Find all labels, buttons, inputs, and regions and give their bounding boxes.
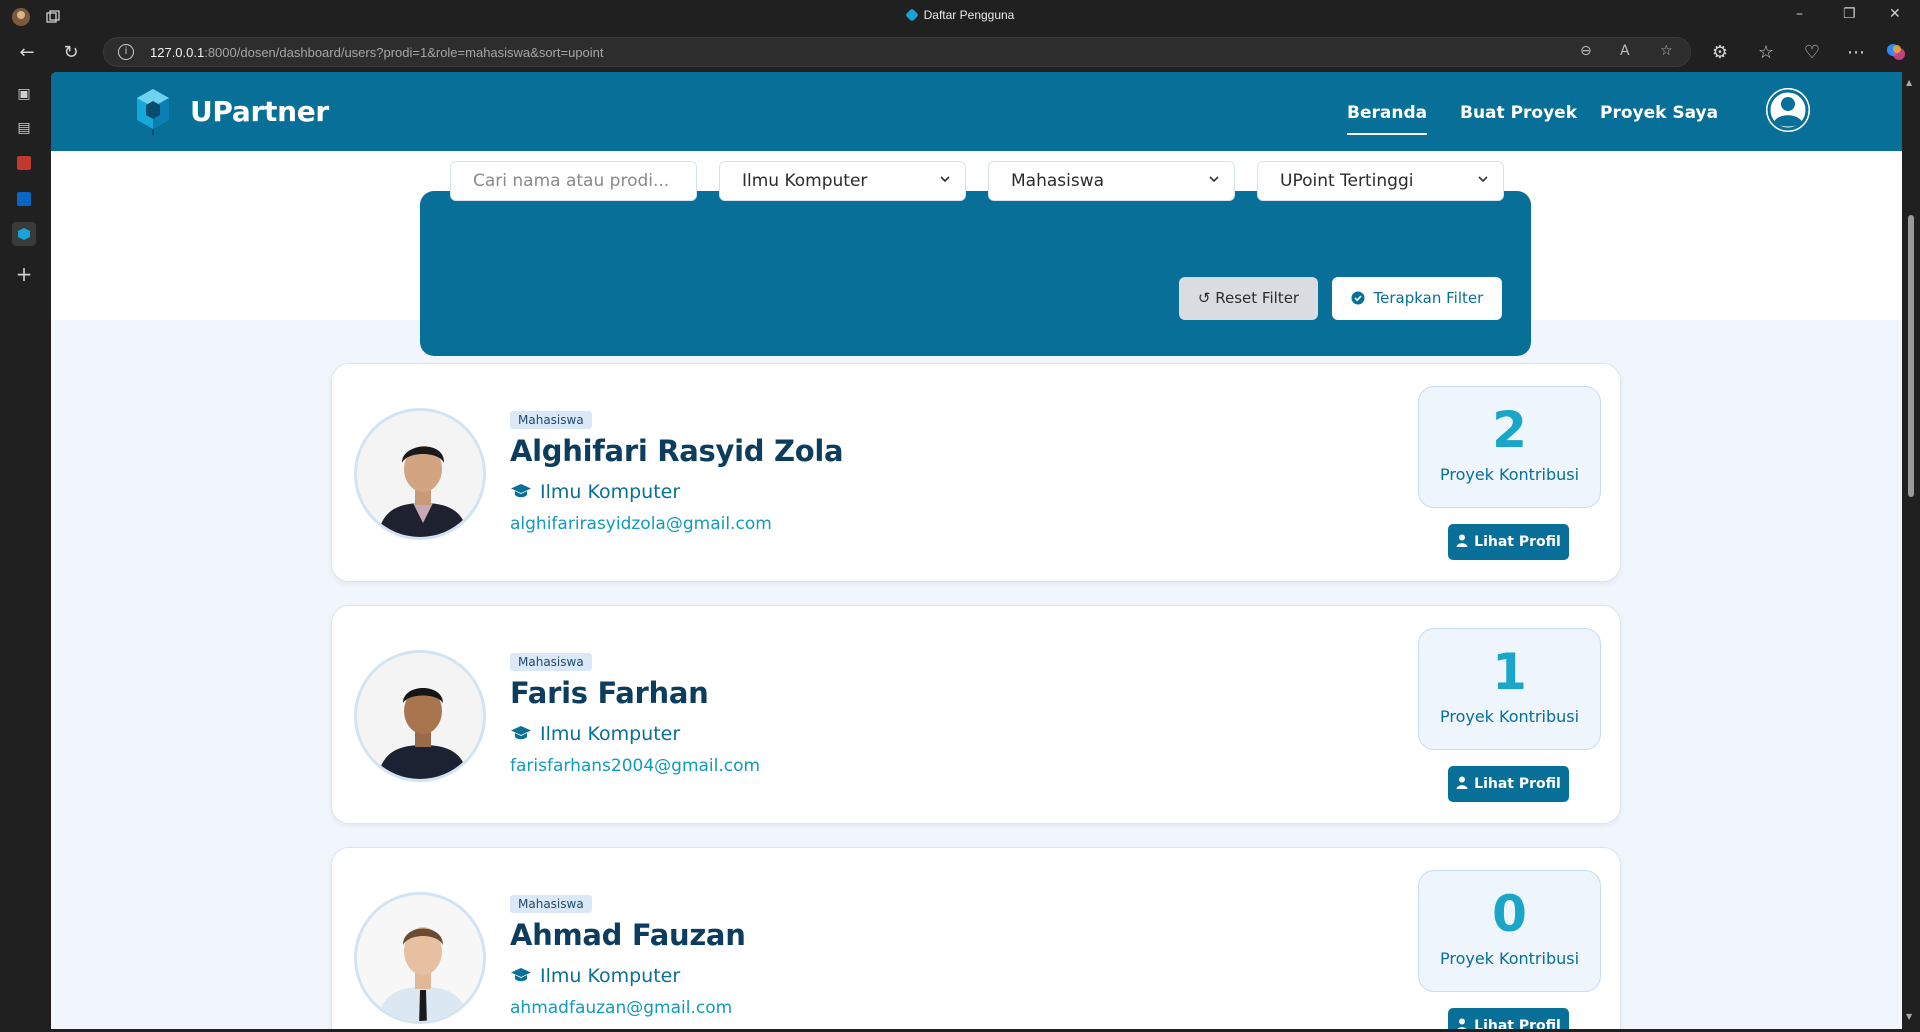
project-count: 0: [1492, 885, 1527, 943]
graduation-cap-icon: [511, 968, 531, 982]
graduation-cap-icon: [511, 726, 531, 740]
project-count: 1: [1492, 643, 1527, 701]
project-count-box: 2 Proyek Kontribusi: [1418, 386, 1601, 508]
app-header: UPartner Beranda Buat Proyek Proyek Saya: [51, 72, 1902, 151]
user-photo: [354, 650, 486, 782]
refresh-icon[interactable]: ↻: [59, 40, 83, 64]
user-email: ahmadfauzan@gmail.com: [510, 998, 733, 1018]
user-card: Mahasiswa Faris Farhan Ilmu Komputer far…: [331, 605, 1621, 824]
check-circle-icon: [1351, 291, 1365, 305]
reset-filter-button[interactable]: ↺ Reset Filter: [1179, 277, 1318, 320]
browser-sidebar: ▣ ▤ +: [0, 72, 51, 1032]
linkedin-tab-icon[interactable]: [12, 187, 36, 211]
user-email: farisfarhans2004@gmail.com: [510, 756, 761, 776]
user-circle-icon: [1766, 88, 1810, 132]
scroll-down-icon[interactable]: ▼: [1906, 1012, 1912, 1021]
role-badge: Mahasiswa: [510, 895, 592, 913]
new-tab-icon[interactable]: +: [12, 262, 36, 286]
apply-filter-button[interactable]: Terapkan Filter: [1332, 277, 1502, 320]
upartner-logo-icon[interactable]: [135, 87, 171, 135]
minimize-icon[interactable]: –: [1796, 6, 1803, 22]
prodi-select[interactable]: Ilmu Komputer: [719, 161, 966, 201]
user-icon: [1457, 1018, 1467, 1029]
page-viewport: Cari nama atau prodi... Ilmu Komputer Ma…: [51, 72, 1902, 1029]
chevron-down-icon: [1478, 176, 1488, 183]
site-info-icon[interactable]: i: [118, 44, 134, 60]
project-count-label: Proyek Kontribusi: [1439, 707, 1580, 726]
chevron-down-icon: [940, 176, 950, 183]
view-profile-button[interactable]: Lihat Profil: [1448, 524, 1569, 560]
undo-icon: ↺: [1197, 289, 1211, 307]
user-photo: [354, 892, 486, 1024]
user-avatar-button[interactable]: [1766, 88, 1810, 132]
restore-icon[interactable]: ❐: [1843, 6, 1856, 22]
nav-buat-proyek[interactable]: Buat Proyek: [1460, 103, 1577, 123]
user-email: alghifarirasyidzola@gmail.com: [510, 514, 772, 534]
nav-beranda[interactable]: Beranda: [1347, 103, 1428, 135]
project-count: 2: [1492, 401, 1527, 459]
close-icon[interactable]: ✕: [1889, 6, 1901, 22]
project-count-box: 1 Proyek Kontribusi: [1418, 628, 1601, 750]
view-profile-button[interactable]: Lihat Profil: [1448, 1008, 1569, 1029]
project-count-label: Proyek Kontribusi: [1439, 949, 1580, 968]
filter-panel: Cari nama atau prodi... Ilmu Komputer Ma…: [420, 161, 1531, 356]
browser-essentials-icon[interactable]: ♡: [1800, 40, 1824, 64]
project-count-label: Proyek Kontribusi: [1439, 465, 1580, 484]
user-name: Ahmad Fauzan: [510, 918, 746, 952]
url-text[interactable]: 127.0.0.1:8000/dosen/dashboard/users?pro…: [150, 45, 604, 60]
favorite-star-icon[interactable]: ☆: [1660, 43, 1673, 59]
role-select[interactable]: Mahasiswa: [988, 161, 1235, 201]
project-count-box: 0 Proyek Kontribusi: [1418, 870, 1601, 992]
brand-name[interactable]: UPartner: [190, 95, 329, 128]
search-input[interactable]: Cari nama atau prodi...: [450, 161, 697, 201]
read-aloud-icon[interactable]: A: [1620, 43, 1630, 59]
graduation-cap-icon: [511, 484, 531, 498]
more-menu-icon[interactable]: ⋯: [1844, 40, 1868, 64]
chevron-down-icon: [1209, 176, 1219, 183]
tab-favicon-icon: [904, 8, 919, 22]
address-bar[interactable]: i 127.0.0.1:8000/dosen/dashboard/users?p…: [103, 37, 1691, 67]
user-card: Mahasiswa Ahmad Fauzan Ilmu Komputer ahm…: [331, 847, 1621, 1029]
browser-titlebar: Daftar Pengguna – ❐ ✕: [0, 0, 1920, 32]
sort-select[interactable]: UPoint Tertinggi: [1257, 161, 1504, 201]
favorites-icon[interactable]: ☆: [1754, 40, 1778, 64]
user-name: Faris Farhan: [510, 676, 709, 710]
sidebar-tab-icon[interactable]: ▤: [12, 116, 36, 140]
scroll-up-icon[interactable]: ▲: [1906, 78, 1912, 87]
copilot-icon[interactable]: [1884, 40, 1908, 64]
scrollbar-thumb[interactable]: [1908, 215, 1914, 497]
page-scrollbar[interactable]: ▲ ▼: [1902, 72, 1920, 1029]
tab-title: Daftar Pengguna: [0, 8, 1920, 22]
user-card: Mahasiswa Alghifari Rasyid Zola Ilmu Kom…: [331, 363, 1621, 582]
user-icon: [1456, 534, 1468, 547]
user-prodi: Ilmu Komputer: [510, 723, 680, 745]
back-icon[interactable]: ←: [15, 40, 39, 64]
user-icon: [1456, 776, 1468, 789]
browser-toolbar: ← ↻ i 127.0.0.1:8000/dosen/dashboard/use…: [0, 32, 1920, 72]
tab-actions-icon[interactable]: ▣: [12, 82, 36, 106]
user-name: Alghifari Rasyid Zola: [510, 434, 844, 468]
sidebar-tab-icon[interactable]: [12, 151, 36, 175]
user-prodi: Ilmu Komputer: [510, 481, 680, 503]
zoom-icon[interactable]: ⊖: [1580, 43, 1592, 59]
view-profile-button[interactable]: Lihat Profil: [1448, 766, 1569, 802]
user-prodi: Ilmu Komputer: [510, 965, 680, 987]
user-photo: [354, 408, 486, 540]
role-badge: Mahasiswa: [510, 653, 592, 671]
extensions-icon[interactable]: ⚙: [1708, 40, 1732, 64]
upartner-tab-icon[interactable]: [12, 222, 36, 246]
nav-proyek-saya[interactable]: Proyek Saya: [1600, 103, 1718, 123]
filter-section: Cari nama atau prodi... Ilmu Komputer Ma…: [51, 151, 1902, 356]
role-badge: Mahasiswa: [510, 411, 592, 429]
